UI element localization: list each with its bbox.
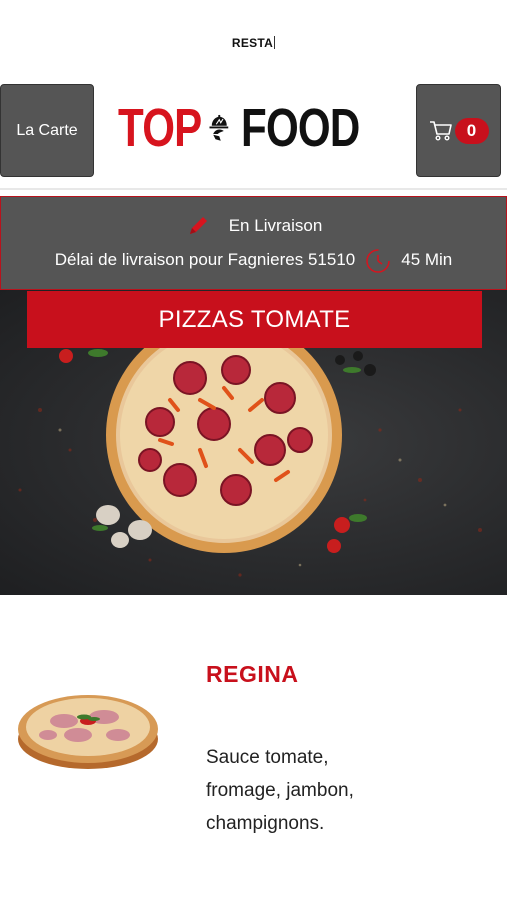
- product-card-regina[interactable]: REGINA Sauce tomate, fromage, jambon, ch…: [0, 595, 507, 900]
- delivery-delay-value: 45 Min: [401, 250, 453, 269]
- top-bar-title: RESTA: [231, 36, 276, 50]
- logo-text-food: FOOD: [241, 98, 360, 158]
- cart-count-badge: 0: [454, 117, 489, 144]
- timer-icon: [366, 249, 390, 273]
- header: La Carte TOP FOOD 0: [0, 84, 507, 178]
- cart-icon: [429, 120, 452, 141]
- delivery-mode: En Livraison: [228, 216, 323, 235]
- logo[interactable]: TOP FOOD: [118, 88, 393, 168]
- category-title-bar[interactable]: PIZZAS TOMATE: [27, 291, 482, 348]
- chef-cloche-logo: [209, 114, 229, 141]
- product-image: [18, 695, 158, 769]
- cart-button[interactable]: 0: [416, 84, 501, 177]
- delivery-delay-label: Délai de livraison pour Fagnieres 51510: [54, 250, 356, 269]
- header-divider: [0, 188, 507, 190]
- menu-button[interactable]: La Carte: [0, 84, 94, 177]
- logo-text-top: TOP: [118, 98, 202, 158]
- text-caret: [274, 36, 276, 49]
- pencil-icon[interactable]: [185, 213, 211, 239]
- product-name: REGINA: [206, 661, 299, 687]
- product-description: Sauce tomate, fromage, jambon, champigno…: [206, 747, 354, 834]
- delivery-panel[interactable]: En Livraison Délai de livraison pour Fag…: [0, 196, 507, 290]
